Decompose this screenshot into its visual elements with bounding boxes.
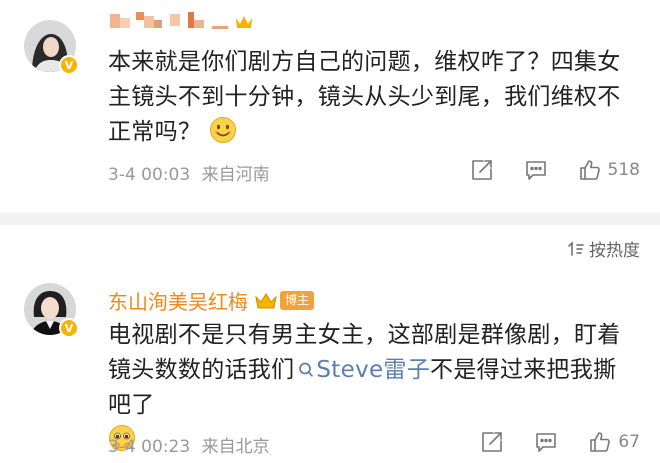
comment-text: 本来就是你们剧方自己的问题，维权咋了？四集女主镜头不到十分钟，镜头从头少到尾，我…: [108, 49, 621, 145]
mention-link[interactable]: Steve雷子: [294, 357, 430, 383]
comment-location: 来自北京: [201, 437, 270, 457]
crown-icon: [255, 292, 277, 308]
like-button[interactable]: 67: [588, 430, 640, 454]
comment-time: 3-4 00:03: [108, 165, 191, 185]
avatar[interactable]: V: [24, 283, 79, 338]
section-divider: [0, 213, 660, 225]
search-icon: [299, 362, 314, 377]
mention-text: Steve雷子: [316, 357, 431, 383]
reply-button[interactable]: [534, 430, 558, 454]
crown-badge: 博主: [254, 291, 315, 311]
share-button[interactable]: [470, 158, 494, 182]
avatar[interactable]: V: [24, 20, 79, 75]
username-pixelated[interactable]: [108, 8, 268, 41]
like-count: 518: [607, 160, 640, 180]
username[interactable]: 东山洵美吴红梅: [108, 286, 248, 315]
comment-item: V 本来就是你们剧方自己的问题，维权咋了？四集女主镜头不到十分钟，镜头从头少到尾…: [0, 0, 660, 213]
share-icon: [482, 432, 503, 452]
share-icon: [471, 160, 492, 180]
comment-item: V 东山洵美吴红梅 博主 电视剧不是只有男主女主，这部剧是群像剧，盯着镜头数数的…: [0, 225, 660, 457]
comment-meta: 3-4 00:23 来自北京: [108, 432, 270, 457]
thumbs-up-icon: [579, 160, 600, 180]
smile-emoji: [209, 116, 237, 155]
share-button[interactable]: [480, 430, 504, 454]
comment-actions: 67: [450, 429, 640, 455]
username-row: 东山洵美吴红梅 博主: [108, 286, 315, 315]
comment-time: 3-4 00:23: [108, 437, 191, 457]
comment-actions: 518: [440, 157, 640, 183]
thumbs-up-icon: [590, 432, 611, 452]
like-count: 67: [618, 432, 640, 452]
comment-icon: [525, 161, 546, 180]
blogger-badge: 博主: [280, 291, 315, 310]
comment-location: 来自河南: [201, 165, 270, 185]
verified-badge-icon: V: [59, 318, 79, 338]
reply-button[interactable]: [524, 158, 548, 182]
comment-meta: 3-4 00:03 来自河南: [108, 160, 270, 185]
comment-body: 本来就是你们剧方自己的问题，维权咋了？四集女主镜头不到十分钟，镜头从头少到尾，我…: [108, 45, 638, 155]
like-button[interactable]: 518: [578, 158, 640, 182]
verified-badge-icon: V: [59, 55, 79, 75]
comment-icon: [536, 433, 557, 452]
